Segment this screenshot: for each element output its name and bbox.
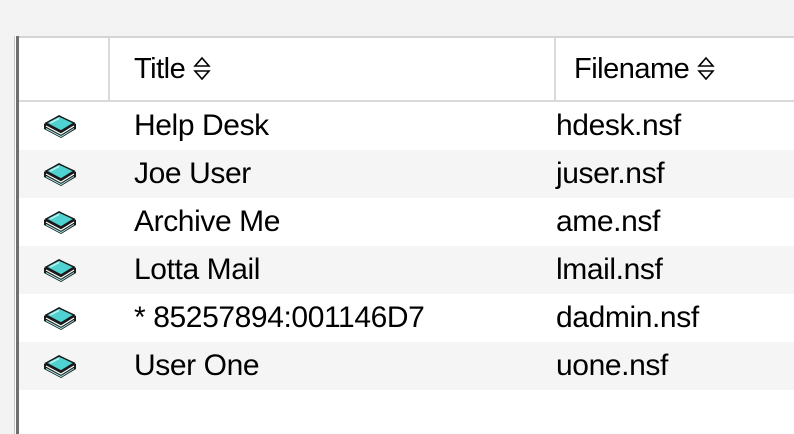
row-title: Joe User — [134, 157, 251, 190]
row-filename: uone.nsf — [556, 349, 668, 382]
column-header-filename[interactable]: Filename — [556, 38, 794, 100]
column-header-title[interactable]: Title — [110, 38, 556, 100]
column-header-title-label: Title — [134, 52, 186, 85]
database-book-icon — [43, 162, 77, 187]
database-book-icon — [43, 306, 77, 331]
table-row[interactable]: User One uone.nsf — [19, 342, 794, 390]
row-title: User One — [134, 349, 260, 382]
table-body: Help Desk hdesk.nsf Joe User juser.nsf A… — [19, 102, 794, 390]
row-title: Help Desk — [134, 109, 269, 142]
row-filename: ame.nsf — [556, 205, 660, 238]
row-filename: hdesk.nsf — [556, 109, 681, 142]
left-frame — [0, 36, 15, 434]
column-header-row: Title Filename — [19, 36, 794, 102]
row-title: Archive Me — [134, 205, 281, 238]
row-filename: lmail.nsf — [556, 253, 663, 286]
database-book-icon — [43, 354, 77, 379]
column-header-icon[interactable] — [19, 38, 110, 100]
row-title: Lotta Mail — [134, 253, 261, 286]
database-list-grid: Title Filename Help Desk hdesk.nsf Joe U… — [19, 36, 794, 434]
sort-updown-icon[interactable] — [697, 56, 716, 82]
toolbar-band — [0, 0, 794, 36]
table-row[interactable]: Help Desk hdesk.nsf — [19, 102, 794, 150]
row-title: * 85257894:001146D7 — [134, 301, 425, 334]
database-book-icon — [43, 114, 77, 139]
database-book-icon — [43, 258, 77, 283]
sort-updown-icon[interactable] — [193, 56, 211, 82]
table-row[interactable]: Joe User juser.nsf — [19, 150, 794, 198]
row-filename: dadmin.nsf — [556, 301, 699, 334]
table-row[interactable]: Archive Me ame.nsf — [19, 198, 794, 246]
database-book-icon — [43, 210, 77, 235]
column-header-filename-label: Filename — [574, 52, 690, 85]
table-row[interactable]: Lotta Mail lmail.nsf — [19, 246, 794, 294]
table-row[interactable]: * 85257894:001146D7 dadmin.nsf — [19, 294, 794, 342]
row-filename: juser.nsf — [556, 157, 665, 190]
